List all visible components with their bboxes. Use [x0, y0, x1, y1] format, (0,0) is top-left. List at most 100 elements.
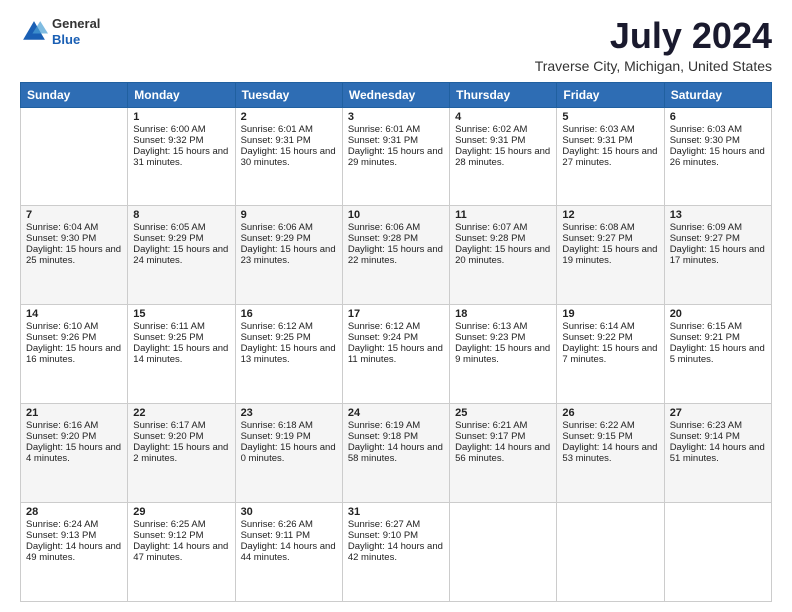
- sunrise-text: Sunrise: 6:22 AM: [562, 420, 658, 431]
- sunrise-text: Sunrise: 6:15 AM: [670, 321, 766, 332]
- daylight-text: Daylight: 15 hours and 16 minutes.: [26, 343, 122, 365]
- logo: General Blue: [20, 16, 100, 47]
- sunrise-text: Sunrise: 6:21 AM: [455, 420, 551, 431]
- calendar-cell: 21Sunrise: 6:16 AMSunset: 9:20 PMDayligh…: [21, 404, 128, 503]
- sunset-text: Sunset: 9:19 PM: [241, 431, 337, 442]
- day-number: 14: [26, 308, 122, 320]
- calendar-week-row: 1Sunrise: 6:00 AMSunset: 9:32 PMDaylight…: [21, 107, 772, 206]
- sunrise-text: Sunrise: 6:09 AM: [670, 222, 766, 233]
- day-number: 10: [348, 209, 444, 221]
- calendar-cell: 9Sunrise: 6:06 AMSunset: 9:29 PMDaylight…: [235, 206, 342, 305]
- sunrise-text: Sunrise: 6:19 AM: [348, 420, 444, 431]
- sunset-text: Sunset: 9:31 PM: [241, 135, 337, 146]
- sunrise-text: Sunrise: 6:07 AM: [455, 222, 551, 233]
- sunrise-text: Sunrise: 6:11 AM: [133, 321, 229, 332]
- calendar-cell: 11Sunrise: 6:07 AMSunset: 9:28 PMDayligh…: [450, 206, 557, 305]
- calendar: SundayMondayTuesdayWednesdayThursdayFrid…: [20, 82, 772, 602]
- sunset-text: Sunset: 9:31 PM: [455, 135, 551, 146]
- daylight-text: Daylight: 14 hours and 42 minutes.: [348, 541, 444, 563]
- daylight-text: Daylight: 15 hours and 22 minutes.: [348, 244, 444, 266]
- sunset-text: Sunset: 9:28 PM: [348, 233, 444, 244]
- daylight-text: Daylight: 15 hours and 0 minutes.: [241, 442, 337, 464]
- sunrise-text: Sunrise: 6:18 AM: [241, 420, 337, 431]
- calendar-cell: 13Sunrise: 6:09 AMSunset: 9:27 PMDayligh…: [664, 206, 771, 305]
- month-title: July 2024: [535, 16, 772, 56]
- calendar-week-row: 21Sunrise: 6:16 AMSunset: 9:20 PMDayligh…: [21, 404, 772, 503]
- daylight-text: Daylight: 14 hours and 47 minutes.: [133, 541, 229, 563]
- sunset-text: Sunset: 9:29 PM: [133, 233, 229, 244]
- sunrise-text: Sunrise: 6:01 AM: [241, 124, 337, 135]
- calendar-cell: [664, 503, 771, 602]
- day-number: 31: [348, 506, 444, 518]
- sunrise-text: Sunrise: 6:02 AM: [455, 124, 551, 135]
- location: Traverse City, Michigan, United States: [535, 58, 772, 74]
- calendar-week-row: 7Sunrise: 6:04 AMSunset: 9:30 PMDaylight…: [21, 206, 772, 305]
- sunset-text: Sunset: 9:24 PM: [348, 332, 444, 343]
- day-number: 5: [562, 111, 658, 123]
- day-number: 30: [241, 506, 337, 518]
- calendar-cell: 22Sunrise: 6:17 AMSunset: 9:20 PMDayligh…: [128, 404, 235, 503]
- sunset-text: Sunset: 9:28 PM: [455, 233, 551, 244]
- daylight-text: Daylight: 15 hours and 30 minutes.: [241, 146, 337, 168]
- header: General Blue July 2024 Traverse City, Mi…: [20, 16, 772, 74]
- calendar-cell: 2Sunrise: 6:01 AMSunset: 9:31 PMDaylight…: [235, 107, 342, 206]
- sunset-text: Sunset: 9:22 PM: [562, 332, 658, 343]
- title-section: July 2024 Traverse City, Michigan, Unite…: [535, 16, 772, 74]
- daylight-text: Daylight: 14 hours and 51 minutes.: [670, 442, 766, 464]
- sunset-text: Sunset: 9:20 PM: [133, 431, 229, 442]
- logo-general-text: General: [52, 16, 100, 31]
- calendar-cell: 15Sunrise: 6:11 AMSunset: 9:25 PMDayligh…: [128, 305, 235, 404]
- calendar-cell: 7Sunrise: 6:04 AMSunset: 9:30 PMDaylight…: [21, 206, 128, 305]
- day-number: 1: [133, 111, 229, 123]
- calendar-cell: 30Sunrise: 6:26 AMSunset: 9:11 PMDayligh…: [235, 503, 342, 602]
- sunrise-text: Sunrise: 6:12 AM: [348, 321, 444, 332]
- sunset-text: Sunset: 9:27 PM: [562, 233, 658, 244]
- daylight-text: Daylight: 15 hours and 7 minutes.: [562, 343, 658, 365]
- day-number: 27: [670, 407, 766, 419]
- calendar-cell: 17Sunrise: 6:12 AMSunset: 9:24 PMDayligh…: [342, 305, 449, 404]
- daylight-text: Daylight: 15 hours and 24 minutes.: [133, 244, 229, 266]
- sunset-text: Sunset: 9:17 PM: [455, 431, 551, 442]
- sunset-text: Sunset: 9:31 PM: [562, 135, 658, 146]
- day-number: 22: [133, 407, 229, 419]
- weekday-header-tuesday: Tuesday: [235, 82, 342, 107]
- day-number: 17: [348, 308, 444, 320]
- sunrise-text: Sunrise: 6:16 AM: [26, 420, 122, 431]
- sunset-text: Sunset: 9:15 PM: [562, 431, 658, 442]
- calendar-cell: [450, 503, 557, 602]
- sunrise-text: Sunrise: 6:06 AM: [241, 222, 337, 233]
- sunset-text: Sunset: 9:29 PM: [241, 233, 337, 244]
- calendar-cell: 8Sunrise: 6:05 AMSunset: 9:29 PMDaylight…: [128, 206, 235, 305]
- day-number: 23: [241, 407, 337, 419]
- day-number: 8: [133, 209, 229, 221]
- sunset-text: Sunset: 9:30 PM: [670, 135, 766, 146]
- daylight-text: Daylight: 15 hours and 4 minutes.: [26, 442, 122, 464]
- daylight-text: Daylight: 15 hours and 2 minutes.: [133, 442, 229, 464]
- day-number: 25: [455, 407, 551, 419]
- sunrise-text: Sunrise: 6:04 AM: [26, 222, 122, 233]
- sunrise-text: Sunrise: 6:01 AM: [348, 124, 444, 135]
- calendar-cell: 1Sunrise: 6:00 AMSunset: 9:32 PMDaylight…: [128, 107, 235, 206]
- day-number: 2: [241, 111, 337, 123]
- calendar-cell: 12Sunrise: 6:08 AMSunset: 9:27 PMDayligh…: [557, 206, 664, 305]
- day-number: 18: [455, 308, 551, 320]
- daylight-text: Daylight: 14 hours and 58 minutes.: [348, 442, 444, 464]
- sunset-text: Sunset: 9:32 PM: [133, 135, 229, 146]
- day-number: 12: [562, 209, 658, 221]
- page: General Blue July 2024 Traverse City, Mi…: [0, 0, 792, 612]
- day-number: 3: [348, 111, 444, 123]
- sunrise-text: Sunrise: 6:08 AM: [562, 222, 658, 233]
- sunrise-text: Sunrise: 6:27 AM: [348, 519, 444, 530]
- calendar-cell: 5Sunrise: 6:03 AMSunset: 9:31 PMDaylight…: [557, 107, 664, 206]
- calendar-cell: 26Sunrise: 6:22 AMSunset: 9:15 PMDayligh…: [557, 404, 664, 503]
- logo-blue-text: Blue: [52, 32, 80, 47]
- sunset-text: Sunset: 9:30 PM: [26, 233, 122, 244]
- sunrise-text: Sunrise: 6:13 AM: [455, 321, 551, 332]
- calendar-cell: 19Sunrise: 6:14 AMSunset: 9:22 PMDayligh…: [557, 305, 664, 404]
- sunrise-text: Sunrise: 6:03 AM: [670, 124, 766, 135]
- daylight-text: Daylight: 15 hours and 27 minutes.: [562, 146, 658, 168]
- day-number: 15: [133, 308, 229, 320]
- sunrise-text: Sunrise: 6:23 AM: [670, 420, 766, 431]
- day-number: 26: [562, 407, 658, 419]
- sunrise-text: Sunrise: 6:26 AM: [241, 519, 337, 530]
